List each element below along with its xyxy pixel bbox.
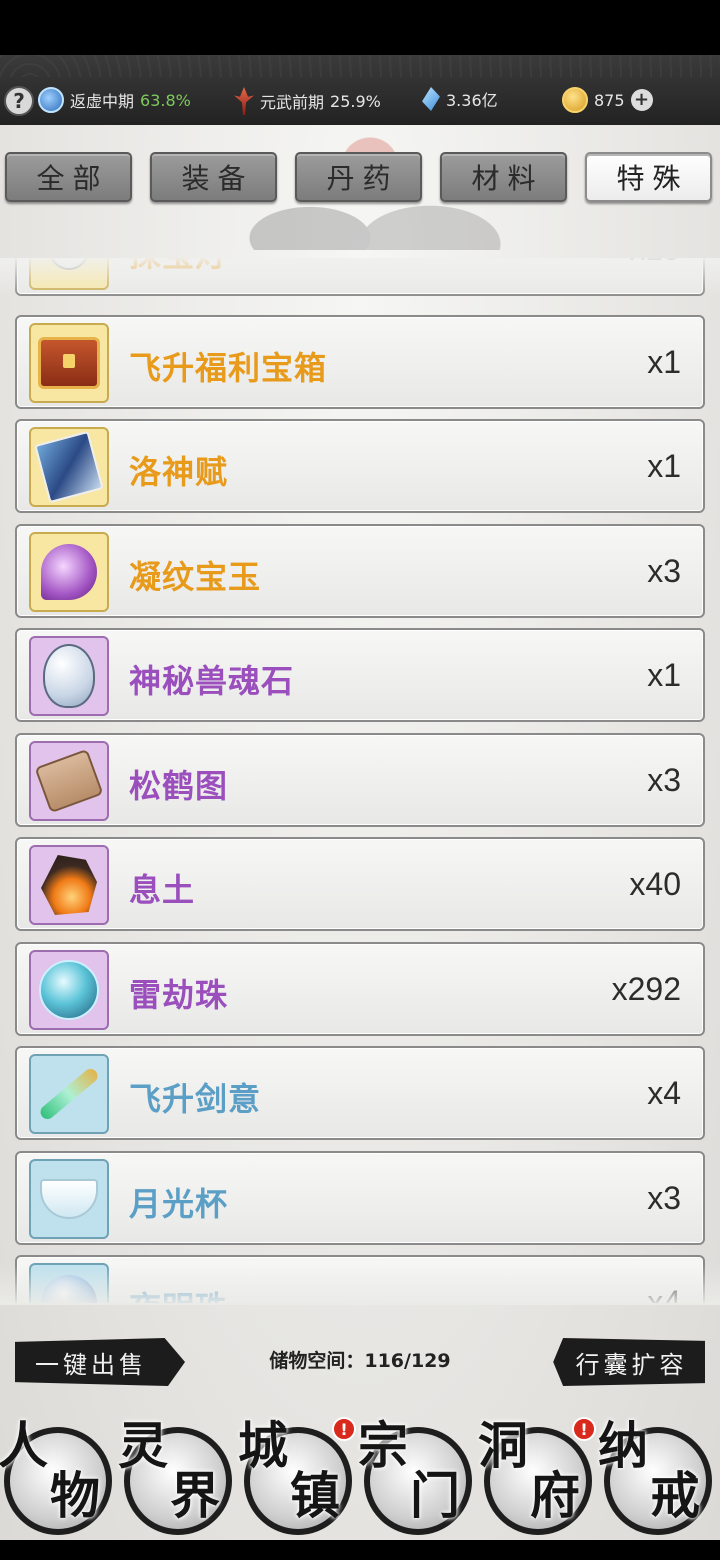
nav-char-2: 物 (50, 1466, 100, 1525)
item-quantity: x292 (611, 971, 681, 1007)
nav-char-2: 界 (170, 1466, 220, 1525)
rock-icon (29, 845, 109, 925)
wave-pattern (0, 55, 720, 77)
item-list[interactable]: 探宝灯 x19 飞升福利宝箱 x1 洛神赋 x1 凝纹宝玉 x3 神秘兽魂石 x… (0, 258, 720, 1303)
coin-icon (562, 87, 588, 113)
item-name: 夜明珠 (129, 1283, 228, 1303)
nav-cave[interactable]: 洞 府 ! (478, 1416, 600, 1541)
nav-storage-ring[interactable]: 纳 戒 (598, 1416, 720, 1541)
list-item[interactable]: 雷劫珠 x292 (15, 942, 705, 1036)
tab-materials[interactable]: 材料 (440, 152, 567, 202)
item-quantity: x40 (629, 866, 681, 902)
item-quantity: x4 (647, 1075, 681, 1111)
item-quantity: x3 (647, 762, 681, 798)
item-name: 飞升剑意 (129, 1080, 262, 1118)
nav-char-1: 宗 (358, 1416, 408, 1475)
treasure-chest-icon (29, 323, 109, 403)
realm-swirl-icon (38, 87, 64, 113)
list-item[interactable]: 息土 x40 (15, 837, 705, 931)
tab-pills[interactable]: 丹药 (295, 152, 422, 202)
list-item[interactable]: 飞升福利宝箱 x1 (15, 315, 705, 409)
soul-stone-icon (29, 636, 109, 716)
nav-char-2: 戒 (650, 1466, 700, 1525)
item-quantity: x1 (647, 657, 681, 693)
list-item[interactable]: 月光杯 x3 (15, 1151, 705, 1245)
nav-char-2: 府 (530, 1466, 580, 1525)
item-name: 月光杯 (129, 1185, 229, 1223)
list-item[interactable]: 夜明珠 x4 (15, 1255, 705, 1303)
realm-stat[interactable]: 返虚中期 63.8% (38, 87, 191, 113)
list-item[interactable]: 凝纹宝玉 x3 (15, 524, 705, 618)
crystal-stat[interactable]: 3.36亿 (422, 87, 498, 111)
item-quantity: x3 (647, 1180, 681, 1216)
cup-icon (29, 1159, 109, 1239)
item-quantity: x3 (647, 553, 681, 589)
martial-progress: 25.9% (330, 91, 381, 111)
lamp-icon (29, 258, 109, 290)
item-quantity: x1 (647, 448, 681, 484)
item-name: 洛神赋 (129, 453, 229, 491)
realm-progress: 63.8% (140, 90, 191, 110)
list-item[interactable]: 洛神赋 x1 (15, 419, 705, 513)
tab-all[interactable]: 全部 (5, 152, 132, 202)
nav-character[interactable]: 人 物 (0, 1421, 120, 1541)
scroll-icon (29, 741, 109, 821)
storage-capacity: 储物空间：116/129 (269, 1350, 451, 1372)
tab-equipment[interactable]: 装备 (150, 152, 277, 202)
category-tabs: 全部 装备 丹药 材料 特殊 (5, 152, 715, 202)
nav-char-1: 洞 (478, 1416, 528, 1475)
help-button[interactable]: ? (4, 86, 34, 116)
nav-char-1: 灵 (118, 1416, 168, 1475)
cards-icon (29, 427, 109, 507)
item-quantity: x19 (629, 258, 681, 268)
notification-badge: ! (572, 1417, 596, 1441)
spirit-crystal-icon (422, 87, 440, 111)
item-name: 息土 (129, 871, 196, 909)
add-coin-button[interactable]: + (630, 89, 653, 111)
martial-stat[interactable]: 元武前期 25.9% (234, 87, 381, 115)
jade-icon (29, 532, 109, 612)
crystal-value: 3.36亿 (446, 91, 498, 110)
item-quantity: x4 (647, 1284, 681, 1303)
nav-spirit-realm[interactable]: 灵 界 (118, 1416, 240, 1541)
item-quantity: x1 (647, 344, 681, 380)
item-name: 飞升福利宝箱 (129, 349, 328, 387)
nav-char-1: 人 (0, 1416, 48, 1475)
thunder-orb-icon (29, 950, 109, 1030)
list-item[interactable]: 神秘兽魂石 x1 (15, 628, 705, 722)
nav-sect[interactable]: 宗 门 (358, 1416, 480, 1541)
nav-char-1: 城 (238, 1416, 288, 1475)
martial-label: 元武前期 (260, 93, 325, 112)
item-name: 探宝灯 (129, 258, 228, 276)
coin-stat[interactable]: 875 + (562, 87, 653, 113)
main-nav: 人 物 灵 界 城 镇 ! 宗 门 洞 府 ! 纳 戒 (0, 1405, 720, 1545)
list-item[interactable]: 松鹤图 x3 (15, 733, 705, 827)
pearl-icon (29, 1263, 109, 1303)
item-name: 神秘兽魂石 (129, 662, 295, 700)
nav-town[interactable]: 城 镇 ! (238, 1416, 360, 1541)
list-item[interactable]: 探宝灯 x19 (15, 258, 705, 296)
item-name: 松鹤图 (129, 767, 229, 805)
coin-value: 875 (594, 90, 625, 110)
martial-trident-icon (234, 87, 254, 115)
item-name: 雷劫珠 (129, 976, 229, 1014)
notification-badge: ! (332, 1417, 356, 1441)
item-name: 凝纹宝玉 (129, 558, 262, 596)
nav-char-2: 门 (410, 1466, 460, 1525)
nav-char-1: 纳 (598, 1416, 648, 1475)
realm-label: 返虚中期 (70, 92, 135, 111)
nav-char-2: 镇 (290, 1466, 340, 1525)
tab-special[interactable]: 特殊 (585, 152, 712, 202)
sword-icon (29, 1054, 109, 1134)
list-item[interactable]: 飞升剑意 x4 (15, 1046, 705, 1140)
top-black-area (0, 0, 720, 55)
